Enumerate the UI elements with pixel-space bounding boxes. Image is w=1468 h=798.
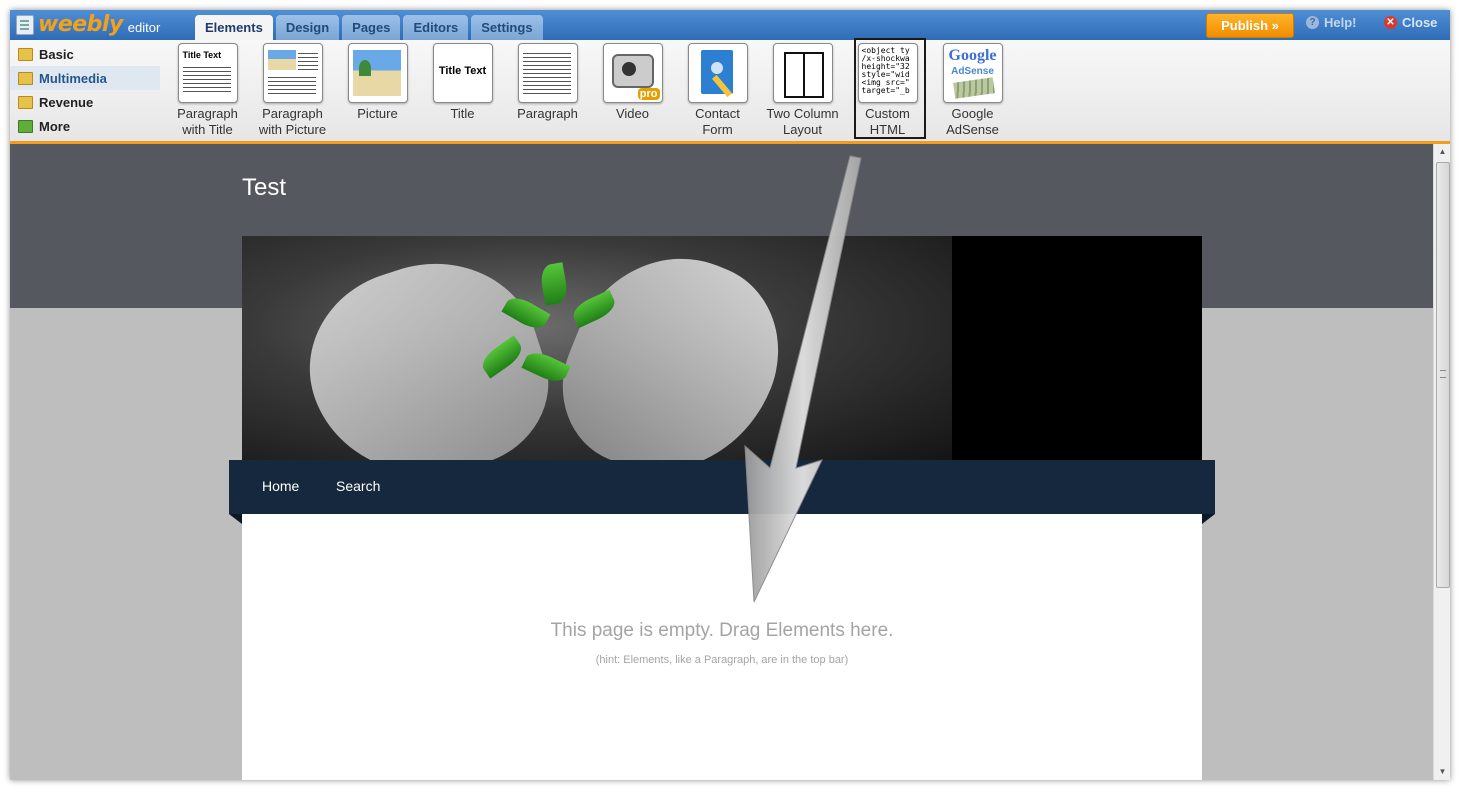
scroll-down-arrow-icon[interactable]: ▼ [1434,764,1450,780]
top-bar: weebly editor Elements Design Pages Edit… [10,10,1450,40]
nav-home[interactable]: Home [262,478,299,494]
element-title[interactable]: Title Text Title [420,43,505,138]
element-contact-form[interactable]: Contact Form [675,43,760,138]
tab-design[interactable]: Design [275,15,340,40]
tab-editors[interactable]: Editors [403,15,469,40]
site-title[interactable]: Test [242,174,286,202]
element-label: Paragraph with Picture [258,106,327,137]
vertical-scrollbar[interactable]: ▲ ▼ [1433,144,1450,780]
close-label: Close [1402,15,1438,30]
element-label: Video [615,106,649,121]
folder-icon [18,95,33,109]
element-palette: Title Text Paragraph with Title Paragraph… [165,38,1015,139]
adsense-logo: AdSense [951,66,994,77]
two-column-thumbnail [772,43,833,103]
element-label: Contact Form [695,106,740,137]
logo-subtitle: editor [127,19,161,35]
category-more[interactable]: More [10,114,160,138]
weebly-logo: weebly editor [16,13,160,37]
video-thumbnail: pro [602,43,663,103]
beach-picture-graphic [352,50,401,96]
category-label: Revenue [39,94,94,110]
video-camera-icon [611,54,654,88]
element-picture[interactable]: Picture [335,43,420,138]
editor-window: weebly editor Elements Design Pages Edit… [10,10,1450,780]
google-adsense-thumbnail: Google AdSense [942,43,1003,103]
nav-fold-right [1202,514,1215,524]
money-graphic [952,77,995,99]
element-label: Two Column Layout [766,106,839,137]
element-label: Paragraph [517,106,578,121]
thumb-title-text: Title Text [438,65,487,77]
scroll-thumb[interactable] [1436,162,1450,588]
publish-button[interactable]: Publish » [1206,13,1294,38]
text-lines-graphic [297,50,318,70]
paragraph-with-picture-thumbnail [262,43,323,103]
paragraph-with-title-thumbnail: Title Text [177,43,238,103]
tab-settings[interactable]: Settings [471,15,543,40]
category-list: Basic Multimedia Revenue More [10,40,160,141]
element-google-adsense[interactable]: Google AdSense Google AdSense [930,43,1015,138]
scroll-up-arrow-icon[interactable]: ▲ [1434,144,1450,160]
elements-bar: Basic Multimedia Revenue More Title Text [10,38,1450,144]
element-label: Title [450,106,475,121]
element-custom-html[interactable]: <object ty /x-shockwa height="32 style="… [845,38,930,139]
scroll-grip-icon [1440,370,1446,378]
logo-text: weebly [38,12,123,37]
category-label: Basic [39,46,74,62]
logo-icon [16,15,34,35]
tab-elements[interactable]: Elements [195,15,273,40]
element-paragraph-with-title[interactable]: Title Text Paragraph with Title [165,43,250,138]
google-logo: Google [948,47,997,64]
folder-icon [18,71,33,85]
element-two-column-layout[interactable]: Two Column Layout [760,43,845,138]
pro-badge: pro [637,88,660,100]
empty-page-message: This page is empty. Drag Elements here. [550,620,894,641]
nav-search[interactable]: Search [336,478,380,494]
text-lines-graphic [182,64,231,94]
folder-icon [18,47,33,61]
category-revenue[interactable]: Revenue [10,90,160,114]
paragraph-thumbnail [517,43,578,103]
element-label: Google AdSense [946,106,999,137]
picture-thumbnail [347,43,408,103]
help-icon: ? [1306,16,1319,29]
close-button[interactable]: ✕ Close [1384,15,1437,30]
close-icon: ✕ [1384,16,1397,29]
site-navigation: Home Search [229,460,1215,514]
help-button[interactable]: ? Help! [1306,15,1357,30]
category-multimedia[interactable]: Multimedia [10,66,160,90]
header-image [242,236,1202,460]
content-drop-area[interactable]: This page is empty. Drag Elements here. … [242,514,1202,780]
nav-fold-left [229,514,242,524]
two-column-icon [783,52,824,98]
beach-picture-graphic [267,50,296,70]
thumb-title-text: Title Text [182,50,222,60]
arrow-folder-icon [18,119,33,133]
tab-pages[interactable]: Pages [342,15,401,40]
hint-text: (hint: Elements, like a Paragraph, are i… [595,654,849,666]
element-paragraph[interactable]: Paragraph [505,43,590,138]
element-paragraph-with-picture[interactable]: Paragraph with Picture [250,43,335,138]
category-basic[interactable]: Basic [10,42,160,66]
help-label: Help! [1324,15,1357,30]
contact-form-thumbnail [687,43,748,103]
text-lines-graphic [522,50,571,96]
selection-highlight [854,38,926,139]
element-label: Paragraph with Title [177,106,238,137]
element-video[interactable]: pro Video [590,43,675,138]
element-label: Picture [357,106,398,121]
text-lines-graphic [267,74,316,96]
title-thumbnail: Title Text [432,43,493,103]
main-tabs: Elements Design Pages Editors Settings [195,15,546,40]
category-label: Multimedia [39,70,107,86]
category-label: More [39,118,71,134]
